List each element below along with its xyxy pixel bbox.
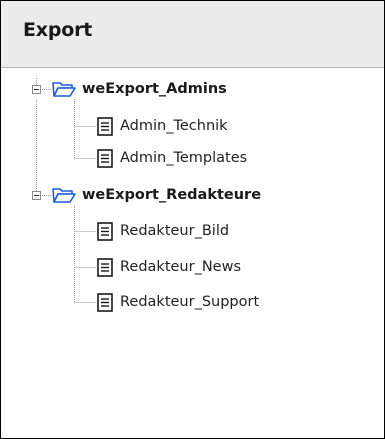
document-icon bbox=[97, 149, 113, 168]
collapse-toggle-icon[interactable] bbox=[32, 191, 41, 200]
tree-item-label[interactable]: Admin_Technik bbox=[120, 117, 228, 135]
document-icon bbox=[97, 222, 113, 241]
tree-item-label[interactable]: Admin_Templates bbox=[120, 149, 247, 167]
collapse-toggle-icon[interactable] bbox=[32, 85, 41, 94]
document-icon bbox=[97, 258, 113, 277]
tree-group-label[interactable]: weExport_Admins bbox=[82, 80, 227, 98]
export-tree: weExport_Admins Admin_Technik Admin_Temp… bbox=[1, 68, 384, 438]
tree-item-label[interactable]: Redakteur_Bild bbox=[120, 222, 229, 240]
panel-title: Export bbox=[23, 19, 93, 41]
panel-header: Export bbox=[1, 1, 384, 68]
document-icon bbox=[97, 117, 113, 136]
tree-item-label[interactable]: Redakteur_News bbox=[120, 258, 241, 276]
document-icon bbox=[97, 293, 113, 312]
open-folder-icon bbox=[52, 82, 76, 97]
open-folder-icon bbox=[52, 188, 76, 203]
tree-item-label[interactable]: Redakteur_Support bbox=[120, 293, 259, 311]
tree-group-label[interactable]: weExport_Redakteure bbox=[82, 186, 261, 204]
export-panel: Export weExport_Admins Admin_Technik Adm… bbox=[0, 0, 385, 439]
